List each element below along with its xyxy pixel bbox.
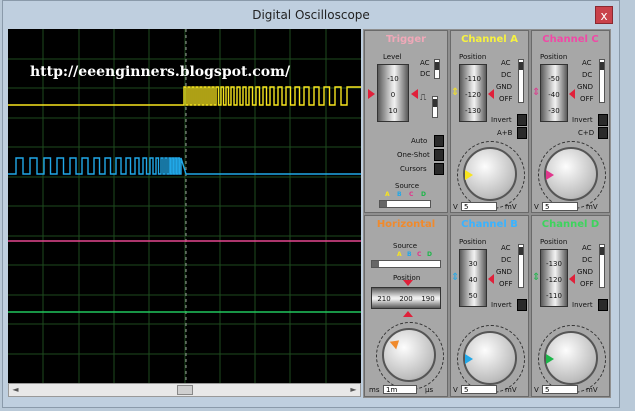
channel-c-updown-icon: ⇕ [532,87,541,98]
horizontal-header: Horizontal [376,219,436,230]
channel-a-coupling-switch[interactable] [518,59,524,103]
timebase-dial[interactable] [376,322,444,390]
channel-c-volts-value: 5 [542,202,578,211]
channel-c-sum-button[interactable] [598,127,608,139]
channel-b-coupling-switch[interactable] [518,244,524,288]
channel-b-dial-pointer-icon [465,354,473,364]
channel-c-marker-icon [569,89,575,99]
trigger-source-slider[interactable] [379,200,431,208]
scope-grid [8,29,361,383]
channel-a-updown-icon: ⇕ [451,87,460,98]
trigger-edge-switch[interactable] [432,96,438,118]
channel-d-header: Channel D [541,219,600,230]
channel-c-invert-button[interactable] [598,114,608,126]
channel-a-sum-button[interactable] [517,127,527,139]
channel-a-dial-pointer-icon [465,170,473,180]
channel-b-marker-icon [488,274,494,284]
auto-button[interactable] [434,135,444,147]
channel-b-volts-value: 5 [461,385,497,394]
control-panel: Trigger Level -10 0 10 AC DC ⎍ Auto One-… [363,29,611,398]
scope-display: http://eeenginners.blogspot.com/ [8,29,361,383]
title-bar[interactable]: Digital Oscilloscope x [3,1,619,29]
channel-a-volts-value: 5 [461,202,497,211]
trigger-header: Trigger [385,34,427,45]
rising-edge-icon: ⎍ [420,93,427,103]
channel-c-section: Channel C Position -50 -40 -30 ⇕ AC DC G… [531,30,610,213]
channel-d-volts-value: 5 [542,385,578,394]
horizontal-section: Horizontal Source A B C D Position 210 2… [364,215,448,397]
channel-d-updown-icon: ⇕ [532,272,541,283]
horizontal-down-arrow-icon [403,280,413,286]
channel-b-position-wheel[interactable]: 30 40 50 [459,249,487,307]
timebase-value: 1m [383,385,417,394]
horizontal-up-arrow-icon [403,311,413,317]
channel-b-header: Channel B [461,219,518,230]
scroll-left-icon[interactable]: ◄ [9,384,22,396]
one-shot-button[interactable] [434,149,444,161]
scroll-right-icon[interactable]: ► [347,384,360,396]
channel-d-coupling-switch[interactable] [599,244,605,288]
channel-c-dial-pointer-icon [546,170,554,180]
trigger-level-label: Level [383,53,402,61]
channel-c-coupling-switch[interactable] [599,59,605,103]
channel-b-invert-button[interactable] [517,299,527,311]
watermark-text: http://eeenginners.blogspot.com/ [30,64,291,80]
channel-a-invert-button[interactable] [517,114,527,126]
channel-d-section: Channel D Position -130 -120 -110 ⇕ AC D… [531,215,610,397]
horizontal-scrollbar[interactable]: ◄ ► [8,383,361,397]
channel-c-header: Channel C [542,34,599,45]
channel-a-position-wheel[interactable]: -110 -120 -130 [459,64,487,122]
horizontal-position-wheel[interactable]: 210 200 190 [371,287,441,309]
trigger-right-arrow-icon [411,89,418,99]
horizontal-source-slider[interactable] [371,260,441,268]
cursors-button[interactable] [434,163,444,175]
channel-d-marker-icon [569,274,575,284]
scroll-thumb[interactable] [177,385,193,395]
channel-d-invert-button[interactable] [598,299,608,311]
channel-b-section: Channel B Position 30 40 50 ⇕ AC DC GND … [450,215,529,397]
trace-channel-a [8,86,361,106]
channel-c-position-wheel[interactable]: -50 -40 -30 [540,64,568,122]
channel-d-dial-pointer-icon [546,354,554,364]
channel-a-marker-icon [488,89,494,99]
close-button[interactable]: x [595,6,613,24]
channel-a-section: Channel A Position -110 -120 -130 ⇕ AC D… [450,30,529,213]
scope-screen: http://eeenginners.blogspot.com/ [8,29,361,397]
window-title: Digital Oscilloscope [252,8,370,22]
trigger-coupling-switch[interactable] [434,59,440,79]
trigger-section: Trigger Level -10 0 10 AC DC ⎍ Auto One-… [364,30,448,213]
channel-a-header: Channel A [461,34,518,45]
channel-d-position-wheel[interactable]: -130 -120 -110 [540,249,568,307]
trigger-left-arrow-icon [368,89,375,99]
trigger-level-wheel[interactable]: -10 0 10 [377,64,409,122]
channel-b-updown-icon: ⇕ [451,272,460,283]
